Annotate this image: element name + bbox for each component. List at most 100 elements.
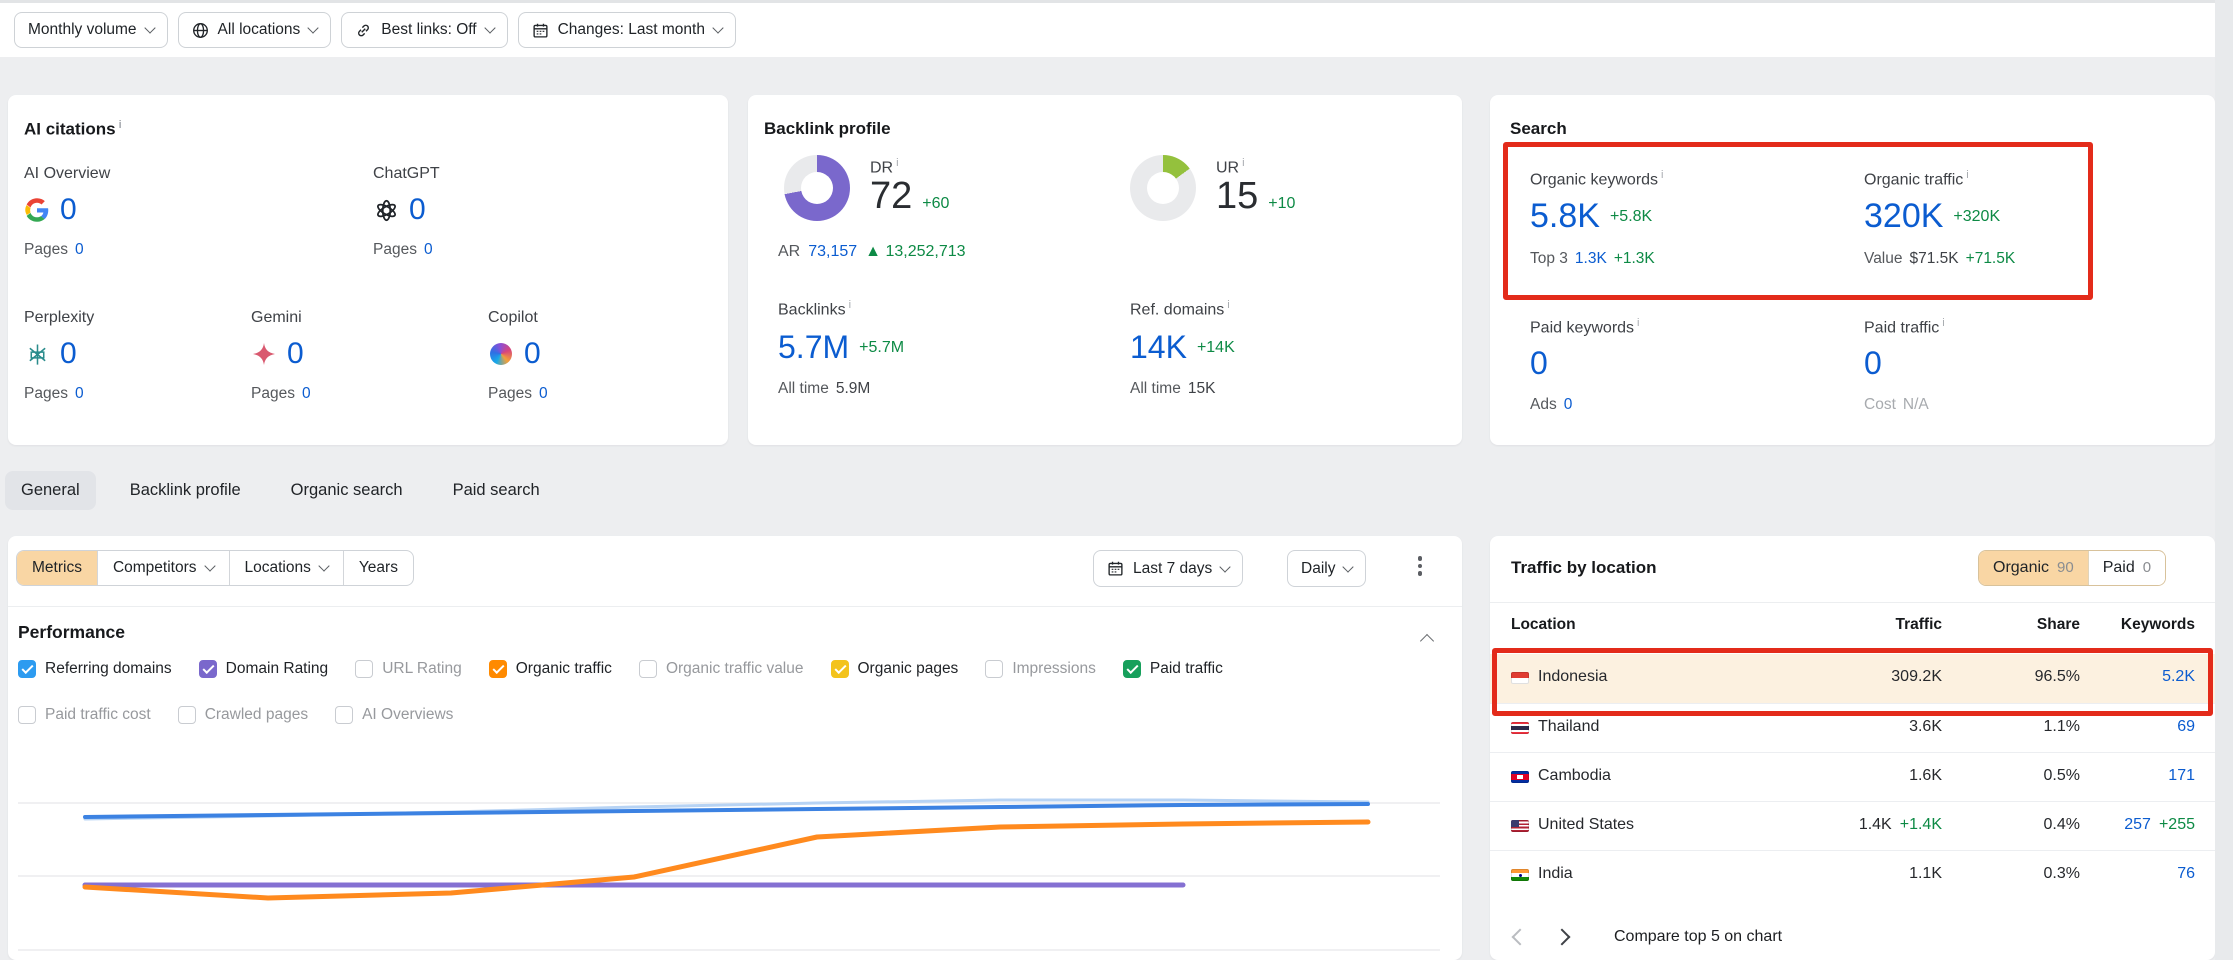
monthly-volume-filter[interactable]: Monthly volume [14, 12, 168, 48]
column-traffic: Traffic [1820, 616, 1942, 634]
info-icon[interactable]: i [1661, 169, 1663, 181]
calendar-icon [1107, 560, 1124, 577]
table-row-thailand[interactable]: Thailand 3.6K 1.1% 69 [1490, 703, 2215, 753]
toggle-paid[interactable]: Paid0 [2088, 551, 2165, 585]
paid-keywords-value[interactable]: 0 [1530, 345, 1548, 382]
metric-checkbox-referring-domains[interactable]: Referring domains [18, 660, 172, 678]
chatgpt-value[interactable]: 0 [409, 193, 426, 227]
metric-checkbox-ai-overviews[interactable]: AI Overviews [335, 706, 453, 724]
keywords-link[interactable]: 76 [2177, 865, 2195, 883]
cost-value: N/A [1903, 396, 1929, 414]
info-icon[interactable]: i [896, 157, 898, 169]
changes-filter[interactable]: Changes: Last month [518, 12, 736, 48]
info-icon[interactable]: i [1942, 317, 1944, 329]
date-range-button[interactable]: Last 7 days [1093, 550, 1243, 587]
ai-overview-value[interactable]: 0 [60, 193, 77, 227]
info-icon[interactable]: i [1227, 299, 1229, 311]
keywords-link[interactable]: 5.2K [2162, 668, 2195, 686]
tab-general[interactable]: General [5, 471, 96, 510]
info-icon[interactable]: i [1242, 157, 1244, 169]
performance-card: Metrics Competitors Locations Years Last… [8, 536, 1462, 960]
gemini-pages-link[interactable]: 0 [302, 385, 311, 403]
table-row-indonesia[interactable]: Indonesia 309.2K 96.5% 5.2K [1490, 654, 2215, 703]
table-row-united-states[interactable]: United States 1.4K+1.4K 0.4% 257+255 [1490, 801, 2215, 851]
perplexity-pages-link[interactable]: 0 [75, 385, 84, 403]
metric-checkbox-paid-traffic-cost[interactable]: Paid traffic cost [18, 706, 151, 724]
compare-top5-button[interactable]: Compare top 5 on chart [1614, 928, 1782, 946]
copilot-value[interactable]: 0 [524, 337, 541, 371]
table-row-india[interactable]: India 1.1K 0.3% 76 [1490, 850, 2215, 900]
segment-years[interactable]: Years [344, 551, 413, 585]
chatgpt-label: ChatGPT [373, 165, 440, 183]
ads-value-link[interactable]: 0 [1564, 396, 1573, 414]
chevron-down-icon [712, 22, 723, 33]
ai-overview-pages-link[interactable]: 0 [75, 241, 84, 259]
traffic-value: 3.6K [1909, 718, 1942, 736]
copilot-icon [488, 341, 514, 367]
top3-value-link[interactable]: 1.3K [1575, 250, 1607, 268]
share-value: 0.5% [1970, 767, 2080, 785]
ahrefs-rank-line: AR 73,157 ▲ 13,252,713 [778, 243, 966, 261]
ref-domains-value[interactable]: 14K [1130, 329, 1187, 366]
tab-paid-search[interactable]: Paid search [437, 471, 556, 510]
metric-checkbox-crawled-pages[interactable]: Crawled pages [178, 706, 308, 724]
keywords-link[interactable]: 171 [2168, 767, 2195, 785]
ref-domains-alltime-value: 15K [1188, 380, 1216, 398]
chatgpt-pages-link[interactable]: 0 [424, 241, 433, 259]
gemini-label: Gemini [251, 309, 311, 327]
table-row-cambodia[interactable]: Cambodia 1.6K 0.5% 171 [1490, 752, 2215, 802]
location-table-header: Location Traffic Share Keywords [1490, 616, 2215, 638]
ar-value-link[interactable]: 73,157 [808, 243, 857, 261]
segment-locations[interactable]: Locations [230, 551, 344, 585]
traffic-value: 1.6K [1909, 767, 1942, 785]
info-icon[interactable]: i [1966, 169, 1968, 181]
metric-checkbox-impressions[interactable]: Impressions [985, 660, 1096, 678]
locations-label: All locations [218, 21, 301, 39]
tab-backlink-profile[interactable]: Backlink profile [114, 471, 257, 510]
ai-item-gemini: Gemini 0 Pages0 [251, 309, 311, 403]
info-icon[interactable]: i [849, 299, 851, 311]
info-icon[interactable]: i [1637, 317, 1639, 329]
toggle-organic[interactable]: Organic90 [1979, 551, 2088, 585]
metric-checkbox-organic-pages[interactable]: Organic pages [831, 660, 959, 678]
ref-domains-label: Ref. domains [1130, 301, 1224, 318]
previous-page-icon[interactable] [1512, 929, 1529, 946]
info-icon[interactable]: i [119, 119, 122, 131]
next-page-icon[interactable] [1554, 929, 1571, 946]
locations-filter[interactable]: All locations [178, 12, 332, 48]
granularity-button[interactable]: Daily [1287, 550, 1366, 587]
metric-checkbox-organic-traffic[interactable]: Organic traffic [489, 660, 612, 678]
performance-line-chart [8, 536, 1462, 960]
ar-delta: ▲ 13,252,713 [865, 243, 965, 261]
best-links-label: Best links: Off [381, 21, 476, 39]
keywords-link[interactable]: 257 [2124, 816, 2151, 834]
gemini-value[interactable]: 0 [287, 337, 304, 371]
best-links-filter[interactable]: Best links: Off [341, 12, 507, 48]
metric-checkbox-domain-rating[interactable]: Domain Rating [199, 660, 329, 678]
keywords-link[interactable]: 69 [2177, 718, 2195, 736]
chevron-down-icon [484, 22, 495, 33]
organic-keywords-value[interactable]: 5.8K [1530, 197, 1600, 236]
copilot-pages-link[interactable]: 0 [539, 385, 548, 403]
segment-metrics[interactable]: Metrics [17, 551, 98, 585]
traffic-value-amount: $71.5K [1910, 250, 1959, 268]
paid-count: 0 [2143, 559, 2151, 576]
organic-traffic-value[interactable]: 320K [1864, 197, 1943, 236]
google-icon [24, 197, 50, 223]
backlinks-alltime-value: 5.9M [836, 380, 870, 398]
vertical-scrollbar[interactable] [2215, 0, 2233, 960]
paid-traffic-value[interactable]: 0 [1864, 345, 1882, 382]
segment-competitors[interactable]: Competitors [98, 551, 230, 585]
metric-checkbox-organic-traffic-value[interactable]: Organic traffic value [639, 660, 804, 678]
metric-checkbox-url-rating[interactable]: URL Rating [355, 660, 462, 678]
checkbox-icon [1123, 660, 1141, 678]
tab-organic-search[interactable]: Organic search [275, 471, 419, 510]
perplexity-value[interactable]: 0 [60, 337, 77, 371]
traffic-value-delta: +71.5K [1966, 250, 2016, 268]
backlinks-value[interactable]: 5.7M [778, 329, 849, 366]
united-states-flag-icon [1511, 820, 1529, 832]
kebab-menu-icon[interactable] [1410, 556, 1430, 582]
collapse-section-button[interactable] [1422, 632, 1432, 651]
metric-checkbox-paid-traffic[interactable]: Paid traffic [1123, 660, 1223, 678]
ai-citations-card: AI citationsi AI Overview 0 Pages0 ChatG… [8, 95, 728, 445]
